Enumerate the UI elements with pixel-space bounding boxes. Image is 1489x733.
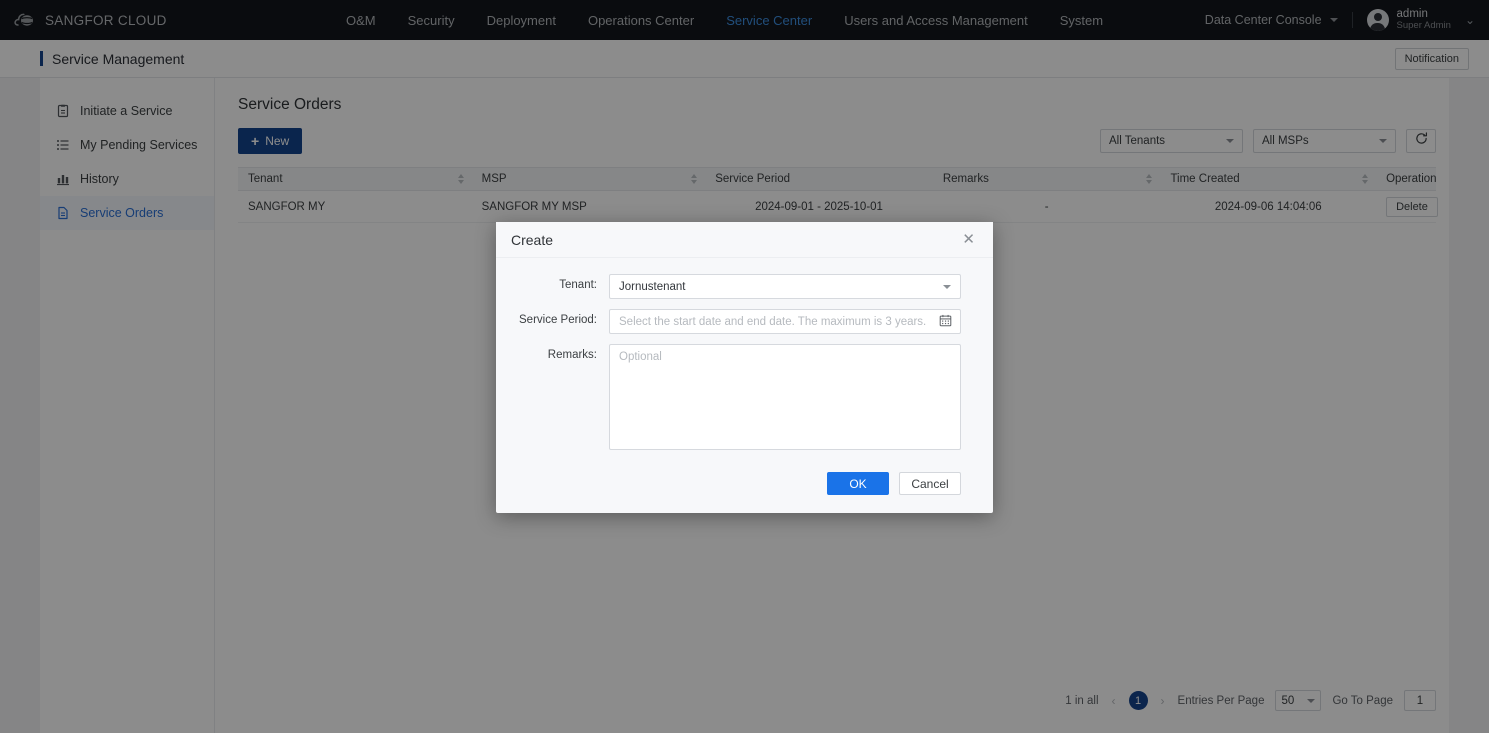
calendar-icon [939,314,952,330]
dialog-body: Tenant: Jornustenant Service Period: Sel… [496,258,993,472]
field-row-tenant: Tenant: Jornustenant [511,274,961,299]
tenant-control: Jornustenant [609,274,961,299]
tenant-select-value: Jornustenant [619,280,686,293]
cancel-button[interactable]: Cancel [899,472,961,495]
ok-button[interactable]: OK [827,472,889,495]
dialog-title: Create [511,231,554,248]
close-icon[interactable]: ✕ [962,232,975,247]
tenant-select[interactable]: Jornustenant [609,274,961,299]
service-period-label: Service Period: [519,314,597,326]
dialog-footer: OK Cancel [496,472,993,513]
remarks-label: Remarks: [547,349,597,361]
chevron-down-icon [943,284,951,289]
remarks-textarea[interactable]: Optional [609,344,961,450]
remarks-control: Optional [609,344,961,450]
service-period-control: Select the start date and end date. The … [609,309,961,334]
field-row-service-period: Service Period: Select the start date an… [511,309,961,334]
service-period-input[interactable]: Select the start date and end date. The … [609,309,961,334]
tenant-label: Tenant: [559,279,597,291]
field-row-remarks: Remarks: Optional [511,344,961,450]
dialog-header: Create ✕ [496,222,993,258]
create-dialog: Create ✕ Tenant: Jornustenant Service Pe… [496,222,993,513]
service-period-placeholder: Select the start date and end date. The … [619,315,927,328]
